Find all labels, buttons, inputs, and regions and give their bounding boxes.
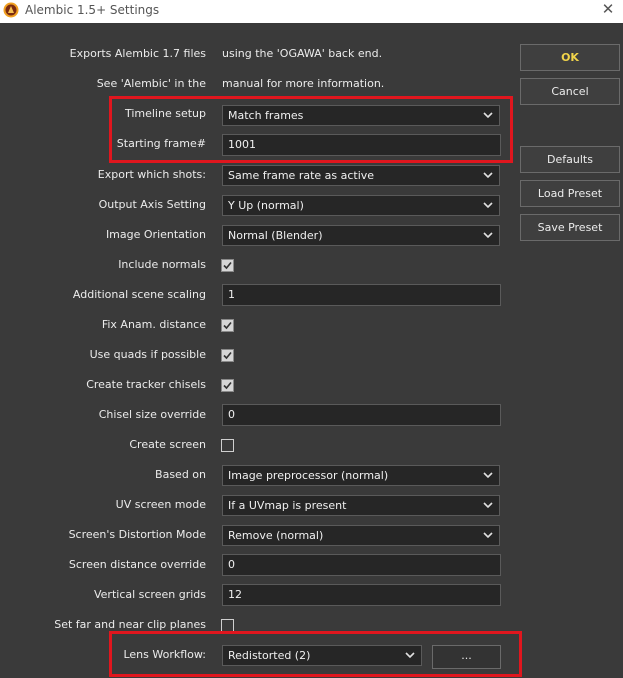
fix-anam-label: Fix Anam. distance — [101, 318, 206, 331]
load-preset-button[interactable]: Load Preset — [520, 180, 620, 207]
close-icon[interactable]: ✕ — [599, 0, 617, 20]
uv-screen-mode-label: UV screen mode — [115, 498, 206, 511]
fix-anam-checkbox[interactable] — [221, 319, 234, 332]
distortion-mode-label: Screen's Distortion Mode — [68, 528, 206, 541]
info-line1-right: using the 'OGAWA' back end. — [222, 47, 383, 60]
image-orientation-label: Image Orientation — [105, 228, 206, 241]
include-normals-checkbox[interactable] — [221, 259, 234, 272]
checkmark-icon — [223, 321, 232, 330]
clip-planes-label: Set far and near clip planes — [54, 618, 206, 631]
cancel-button[interactable]: Cancel — [520, 78, 620, 105]
based-on-dropdown[interactable]: Image preprocessor (normal) — [222, 465, 500, 486]
info-line2-right: manual for more information. — [222, 77, 385, 90]
window-title: Alembic 1.5+ Settings — [25, 3, 160, 17]
chevron-down-icon — [483, 502, 493, 509]
vertical-grids-value: 12 — [228, 588, 242, 601]
scene-scaling-input[interactable]: 1 — [222, 284, 501, 306]
include-normals-label: Include normals — [118, 258, 206, 271]
create-screen-checkbox[interactable] — [221, 439, 234, 452]
vertical-grids-input[interactable]: 12 — [222, 584, 501, 606]
checkmark-icon — [223, 381, 232, 390]
scene-scaling-value: 1 — [228, 288, 235, 301]
distortion-mode-value: Remove (normal) — [228, 529, 324, 542]
title-bar: Alembic 1.5+ Settings ✕ — [0, 0, 623, 23]
app-logo-icon — [3, 2, 19, 18]
chisel-size-input[interactable]: 0 — [222, 404, 501, 426]
image-orientation-value: Normal (Blender) — [228, 229, 323, 242]
screen-distance-value: 0 — [228, 558, 235, 571]
chevron-down-icon — [483, 202, 493, 209]
ok-button[interactable]: OK — [520, 44, 620, 71]
screen-distance-input[interactable]: 0 — [222, 554, 501, 576]
highlight-box-timeline — [109, 96, 513, 163]
uv-screen-mode-value: If a UVmap is present — [228, 499, 347, 512]
chevron-down-icon — [483, 172, 493, 179]
checkmark-icon — [223, 351, 232, 360]
chevron-down-icon — [483, 472, 493, 479]
highlight-box-lens-workflow — [109, 631, 522, 677]
chisel-size-value: 0 — [228, 408, 235, 421]
defaults-button[interactable]: Defaults — [520, 146, 620, 173]
info-line1-left: Exports Alembic 1.7 files — [69, 47, 206, 60]
use-quads-checkbox[interactable] — [221, 349, 234, 362]
tracker-chisels-checkbox[interactable] — [221, 379, 234, 392]
output-axis-label: Output Axis Setting — [98, 198, 206, 211]
checkmark-icon — [223, 261, 232, 270]
vertical-grids-label: Vertical screen grids — [93, 588, 206, 601]
scene-scaling-label: Additional scene scaling — [72, 288, 206, 301]
export-shots-value: Same frame rate as active — [228, 169, 375, 182]
create-screen-label: Create screen — [129, 438, 206, 451]
use-quads-label: Use quads if possible — [89, 348, 206, 361]
image-orientation-dropdown[interactable]: Normal (Blender) — [222, 225, 500, 246]
chevron-down-icon — [483, 532, 493, 539]
based-on-label: Based on — [155, 468, 206, 481]
export-shots-label: Export which shots: — [97, 168, 206, 181]
info-line2-left: See 'Alembic' in the — [96, 77, 206, 90]
distortion-mode-dropdown[interactable]: Remove (normal) — [222, 525, 500, 546]
chevron-down-icon — [483, 232, 493, 239]
uv-screen-mode-dropdown[interactable]: If a UVmap is present — [222, 495, 500, 516]
screen-distance-label: Screen distance override — [68, 558, 206, 571]
based-on-value: Image preprocessor (normal) — [228, 469, 389, 482]
output-axis-dropdown[interactable]: Y Up (normal) — [222, 195, 500, 216]
tracker-chisels-label: Create tracker chisels — [86, 378, 206, 391]
export-shots-dropdown[interactable]: Same frame rate as active — [222, 165, 500, 186]
chisel-size-label: Chisel size override — [98, 408, 206, 421]
output-axis-value: Y Up (normal) — [228, 199, 304, 212]
save-preset-button[interactable]: Save Preset — [520, 214, 620, 241]
